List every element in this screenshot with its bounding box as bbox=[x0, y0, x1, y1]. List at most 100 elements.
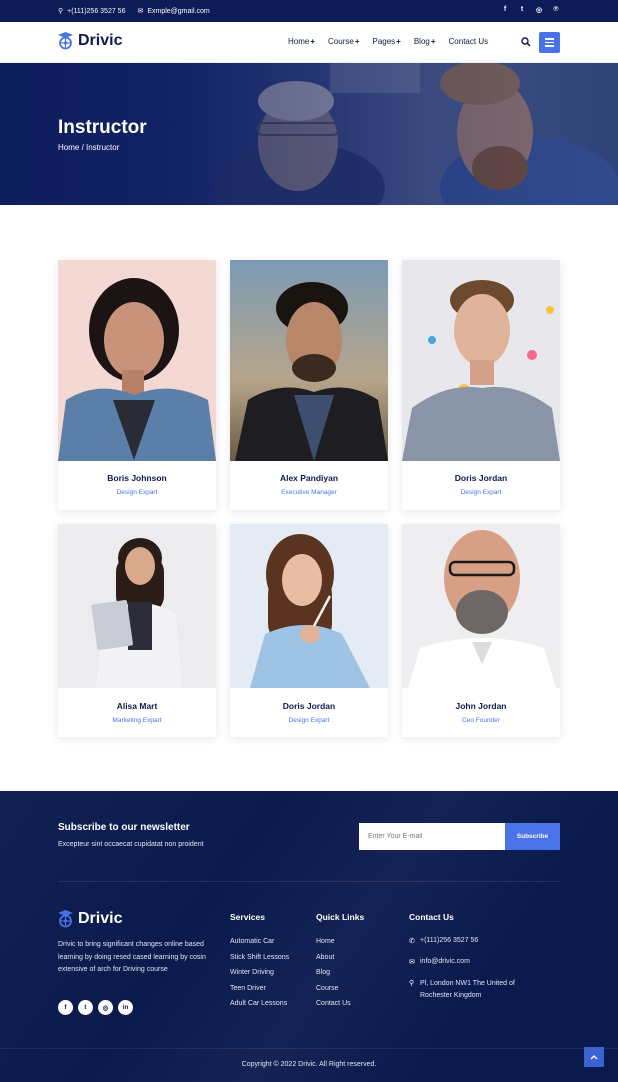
instructor-name[interactable]: Alex Pandiyan bbox=[230, 473, 388, 483]
instructor-portrait bbox=[230, 260, 388, 461]
instructor-card[interactable]: Doris Jordan Design Expart bbox=[230, 524, 388, 737]
breadcrumb[interactable]: Home / Instructor bbox=[58, 143, 119, 152]
footer-bottom-divider bbox=[0, 1048, 618, 1049]
newsletter-email-input[interactable] bbox=[359, 823, 505, 850]
instructor-name[interactable]: Doris Jordan bbox=[230, 701, 388, 711]
contact-email[interactable]: info@drivic.com bbox=[420, 958, 470, 965]
instructor-card[interactable]: Alisa Mart Marketing Expart bbox=[58, 524, 216, 737]
logo-text: Drivic bbox=[78, 31, 123, 49]
nav-contact-label: Contact Us bbox=[448, 37, 489, 46]
envelope-icon: ✉ bbox=[137, 8, 144, 15]
instructor-photo bbox=[402, 260, 560, 461]
instructor-card[interactable]: Alex Pandiyan Executive Manager bbox=[230, 260, 388, 510]
instagram-icon[interactable]: ◎ bbox=[535, 6, 543, 14]
nav-blog[interactable]: Blog + bbox=[414, 37, 436, 46]
plus-icon: + bbox=[430, 37, 436, 46]
twitter-icon[interactable]: t bbox=[518, 6, 526, 14]
plus-icon: + bbox=[354, 37, 360, 46]
nav-pages[interactable]: Pages + bbox=[372, 37, 400, 46]
nav-home-label: Home bbox=[288, 37, 310, 46]
nav-course[interactable]: Course + bbox=[328, 37, 359, 46]
newsletter-subtitle: Excepteur sint occaecat cupidatat non pr… bbox=[58, 841, 204, 848]
footer-logo[interactable]: Drivic bbox=[57, 909, 122, 928]
chevron-up-icon bbox=[590, 1055, 598, 1060]
plus-icon: + bbox=[310, 37, 316, 46]
top-info-bar: ⚲ +(111)256 3527 56 ✉ Exmple@gmail.com f… bbox=[0, 0, 618, 22]
instructor-card[interactable]: John Jordan Ceo Founder bbox=[402, 524, 560, 737]
instructor-portrait bbox=[58, 260, 216, 461]
graduation-cap-icon bbox=[58, 910, 73, 928]
pinterest-icon[interactable]: ℗ bbox=[552, 6, 560, 14]
instagram-icon[interactable]: ◎ bbox=[98, 1000, 113, 1015]
hamburger-line bbox=[545, 41, 554, 44]
nav-home[interactable]: Home + bbox=[288, 37, 315, 46]
contact-address-line2: Rochester Kingdom bbox=[420, 992, 482, 999]
instructor-role: Executive Manager bbox=[281, 489, 337, 496]
instructor-portrait bbox=[402, 524, 560, 688]
location-pin-icon: ⚲ bbox=[409, 980, 415, 987]
topbar-phone[interactable]: +(111)256 3527 56 bbox=[67, 8, 125, 15]
copyright-text: Copyright © 2022 Drivic. All Right reser… bbox=[241, 1061, 377, 1068]
instructor-photo bbox=[402, 524, 560, 688]
instructor-card[interactable]: Boris Johnson Design Expart bbox=[58, 260, 216, 510]
page-title: Instructor bbox=[58, 117, 147, 138]
quick-link[interactable]: Course bbox=[316, 985, 351, 1001]
quick-link[interactable]: Home bbox=[316, 938, 351, 954]
instructor-name[interactable]: Alisa Mart bbox=[58, 701, 216, 711]
nav-course-label: Course bbox=[328, 37, 354, 46]
menu-toggle-button[interactable] bbox=[539, 32, 560, 53]
service-link[interactable]: Winter Driving bbox=[230, 969, 289, 985]
contact-address-line1: Pl, London NW1 The United of bbox=[420, 980, 515, 987]
service-link[interactable]: Adult Car Lessons bbox=[230, 1000, 289, 1016]
instructor-name[interactable]: Doris Jordan bbox=[402, 473, 560, 483]
service-link[interactable]: Stick Shift Lessons bbox=[230, 954, 289, 970]
facebook-icon[interactable]: f bbox=[58, 1000, 73, 1015]
subscribe-button[interactable]: Subscribe bbox=[505, 823, 560, 850]
instructor-card[interactable]: Doris Jordan Design Expart bbox=[402, 260, 560, 510]
search-icon[interactable] bbox=[521, 37, 531, 47]
location-pin-icon: ⚲ bbox=[58, 8, 64, 15]
instructor-portrait bbox=[58, 524, 216, 688]
twitter-icon[interactable]: t bbox=[78, 1000, 93, 1015]
contact-title: Contact Us bbox=[409, 912, 454, 922]
facebook-icon[interactable]: f bbox=[501, 6, 509, 14]
footer-divider bbox=[58, 881, 560, 882]
nav-pages-label: Pages bbox=[372, 37, 396, 46]
topbar-email[interactable]: Exmple@gmail.com bbox=[147, 8, 209, 15]
contact-info: ✆ +(111)256 3527 56 ✉ info@drivic.com ⚲ … bbox=[409, 937, 515, 1002]
instructor-role: Ceo Founder bbox=[462, 717, 500, 724]
instructor-role: Marketing Expart bbox=[112, 717, 162, 724]
envelope-icon: ✉ bbox=[409, 959, 415, 966]
scroll-to-top-button[interactable] bbox=[584, 1047, 604, 1067]
footer-about-text: Drivic to bring significant changes onli… bbox=[58, 941, 206, 973]
contact-phone[interactable]: +(111)256 3527 56 bbox=[420, 937, 478, 944]
footer-logo-text: Drivic bbox=[78, 909, 123, 927]
site-footer: Subscribe to our newsletter Excepteur si… bbox=[0, 791, 618, 1082]
hamburger-line bbox=[545, 38, 554, 40]
phone-icon: ✆ bbox=[409, 938, 415, 945]
services-title: Services bbox=[230, 912, 265, 922]
quick-link[interactable]: About bbox=[316, 954, 351, 970]
quick-link[interactable]: Blog bbox=[316, 969, 351, 985]
instructor-name[interactable]: John Jordan bbox=[402, 701, 560, 711]
graduation-cap-icon bbox=[58, 32, 73, 50]
instructor-name[interactable]: Boris Johnson bbox=[58, 473, 216, 483]
linkedin-icon[interactable]: in bbox=[118, 1000, 133, 1015]
quick-links-list: Home About Blog Course Contact Us bbox=[316, 938, 351, 1016]
instructor-photo bbox=[58, 524, 216, 688]
instructor-role: Design Expart bbox=[288, 717, 330, 724]
service-link[interactable]: Automatic Car bbox=[230, 938, 289, 954]
instructor-role: Design Expart bbox=[116, 489, 158, 496]
nav-blog-label: Blog bbox=[413, 37, 430, 46]
footer-social-links: f t ◎ in bbox=[58, 1000, 133, 1015]
nav-contact[interactable]: Contact Us bbox=[449, 37, 489, 46]
nav-menu: Home + Course + Pages + Blog + Contact Us bbox=[288, 37, 488, 46]
instructor-portrait bbox=[230, 524, 388, 688]
main-navbar: Drivic Home + Course + Pages + Blog + Contac… bbox=[0, 22, 618, 63]
service-link[interactable]: Teen Driver bbox=[230, 985, 289, 1001]
page-hero-banner: Instructor Home / Instructor bbox=[0, 63, 618, 205]
site-logo[interactable]: Drivic bbox=[57, 31, 122, 50]
instructor-role: Design Expart bbox=[460, 489, 502, 496]
instructor-portrait bbox=[402, 260, 560, 461]
quick-link[interactable]: Contact Us bbox=[316, 1000, 351, 1016]
